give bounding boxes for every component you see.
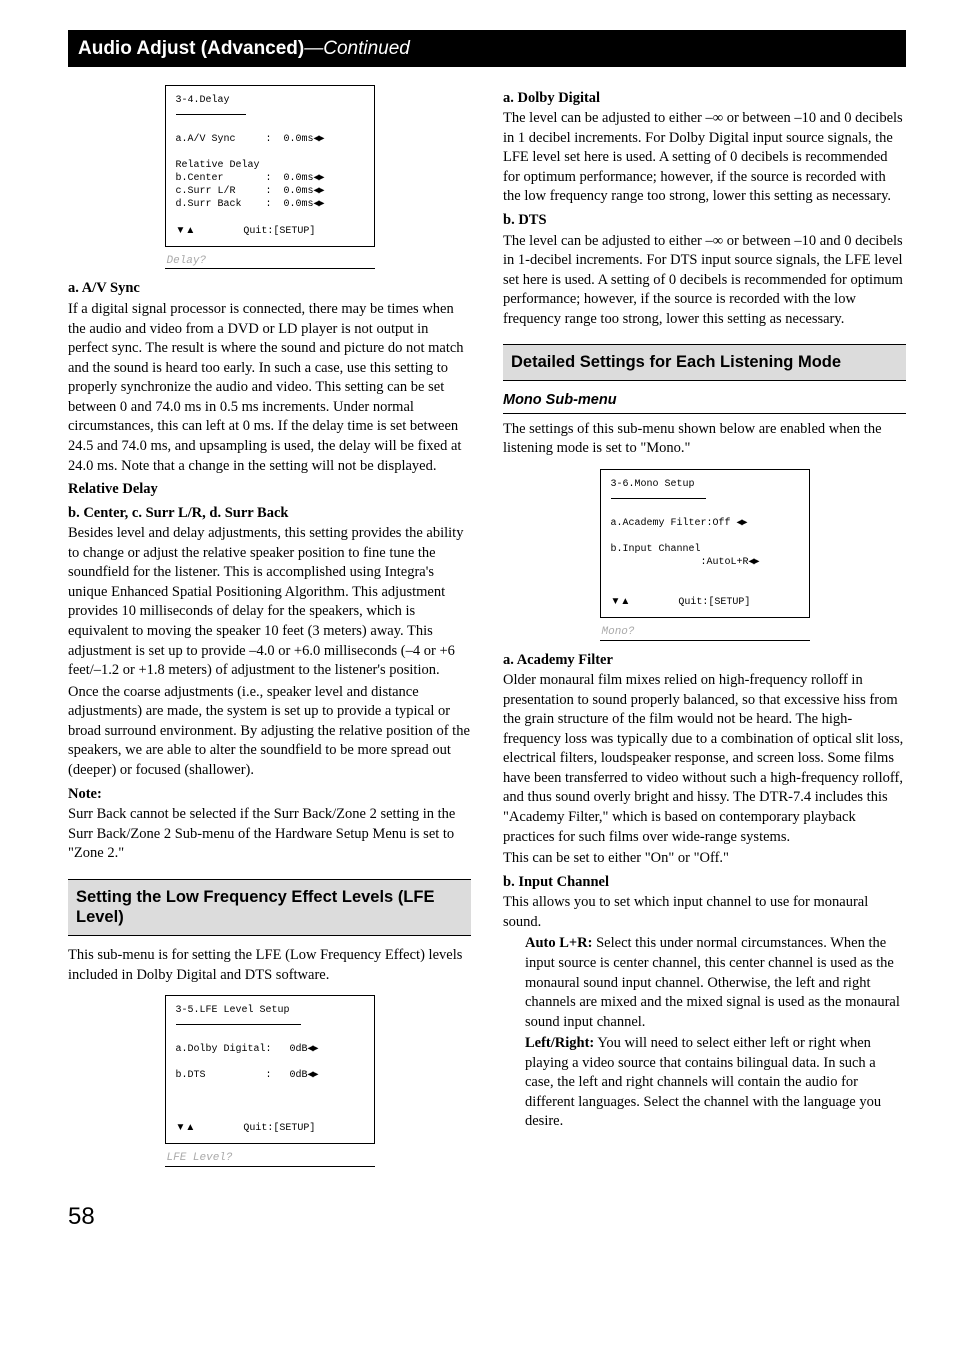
menu-3-4-delay: 3-4.Delay a.A/V Sync : 0.0ms◀▶ Relative … [165,85,375,247]
heading-relative-delay: Relative Delay [68,480,471,500]
heading-dts: b. DTS [503,211,906,231]
heading-academy-filter: a. Academy Filter [503,651,906,671]
body-center-surr-2: Once the coarse adjustments (i.e., speak… [68,683,471,781]
right-column: a. Dolby Digital The level can be adjust… [503,85,906,1177]
option-auto-lr: Auto L+R: Select this under normal circu… [525,934,906,1132]
menu-3-5-lfe: 3-5.LFE Level Setup a.Dolby Digital: 0dB… [165,995,375,1144]
heading-input-channel: b. Input Channel [503,873,906,893]
content-columns: 3-4.Delay a.A/V Sync : 0.0ms◀▶ Relative … [68,85,906,1177]
heading-note: Note: [68,785,471,805]
menu-3-5-caption: LFE Level? [165,1150,375,1167]
header-dash: — [304,38,323,59]
body-input-channel: This allows you to set which input chann… [503,893,906,932]
menu-3-6-caption: Mono? [600,624,810,641]
body-note: Surr Back cannot be selected if the Surr… [68,805,471,864]
heading-center-surr: b. Center, c. Surr L/R, d. Surr Back [68,504,471,524]
section-detailed-settings: Detailed Settings for Each Listening Mod… [503,344,906,381]
section-lfe-level: Setting the Low Frequency Effect Levels … [68,879,471,936]
menu-3-6-mono: 3-6.Mono Setup a.Academy Filter:Off ◀▶ b… [600,469,810,618]
header-continued: Continued [323,38,410,59]
heading-dolby-digital: a. Dolby Digital [503,89,906,109]
page-header: Audio Adjust (Advanced)—Continued [68,30,906,67]
body-av-sync: If a digital signal processor is connect… [68,300,471,476]
label-auto-lr: Auto L+R: [525,935,592,951]
label-left-right: Left/Right: [525,1035,594,1051]
body-academy-filter-1: Older monaural film mixes relied on high… [503,671,906,847]
page-number: 58 [68,1201,906,1233]
body-center-surr-1: Besides level and delay adjustments, thi… [68,524,471,681]
body-dts: The level can be adjusted to either –∞ o… [503,232,906,330]
body-academy-filter-2: This can be set to either "On" or "Off." [503,849,906,869]
body-mono-intro: The settings of this sub-menu shown belo… [503,420,906,459]
header-title: Audio Adjust (Advanced) [78,38,304,59]
menu-3-4-caption: Delay? [165,253,375,270]
body-lfe-intro: This sub-menu is for setting the LFE (Lo… [68,946,471,985]
left-column: 3-4.Delay a.A/V Sync : 0.0ms◀▶ Relative … [68,85,471,1177]
body-dolby-digital: The level can be adjusted to either –∞ o… [503,109,906,207]
heading-mono-submenu: Mono Sub-menu [503,391,906,414]
heading-av-sync: a. A/V Sync [68,279,471,299]
